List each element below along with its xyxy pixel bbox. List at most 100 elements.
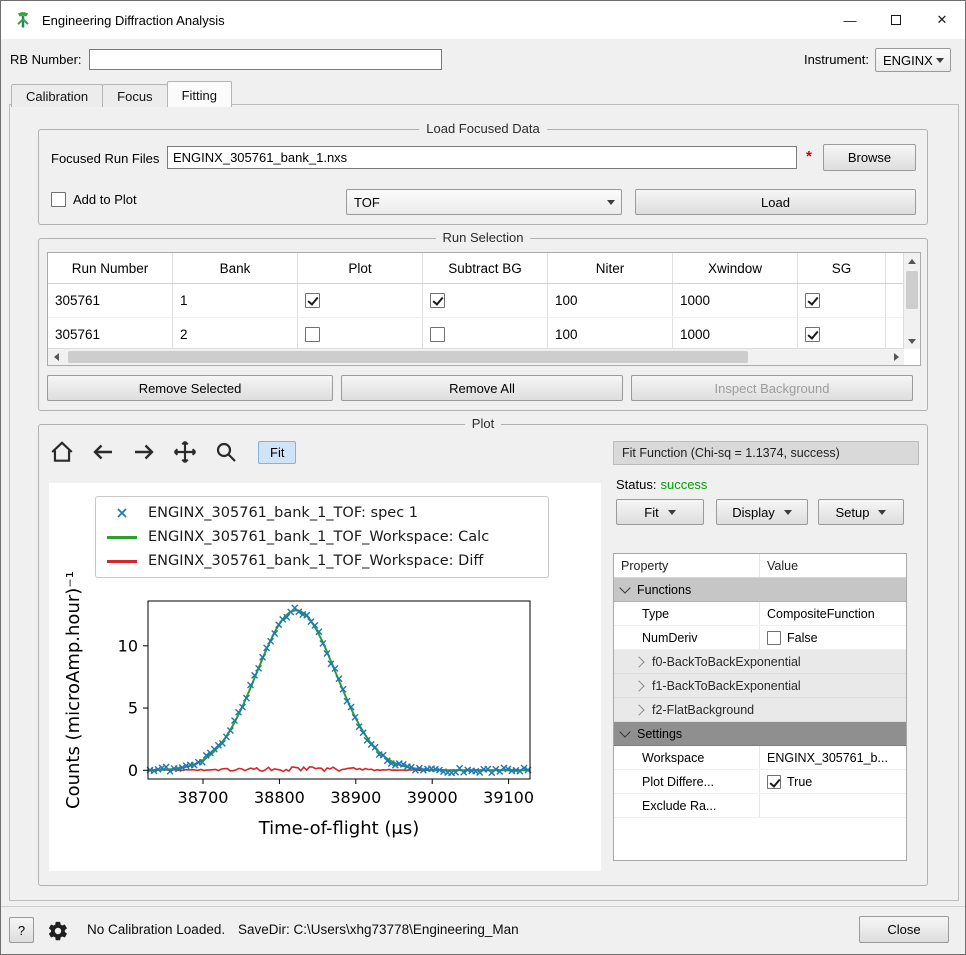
subtract-bg-checkbox[interactable]	[430, 293, 445, 308]
remove-all-button[interactable]: Remove All	[341, 375, 623, 401]
add-to-plot-control: Add to Plot	[51, 192, 137, 207]
vertical-scrollbar[interactable]	[903, 253, 920, 349]
workspace-row[interactable]: Workspace ENGINX_305761_b...	[614, 746, 906, 770]
instrument-label: Instrument:	[804, 52, 869, 67]
rb-number-input[interactable]	[89, 49, 442, 70]
exclude-range-label: Exclude Ra...	[614, 794, 760, 817]
property-grid-header: Property Value	[614, 554, 906, 578]
tab-calibration[interactable]: Calibration	[11, 84, 103, 107]
workspace-value: ENGINX_305761_b...	[760, 746, 906, 769]
focused-run-files-input[interactable]	[167, 146, 797, 169]
col-plot[interactable]: Plot	[298, 253, 423, 283]
remove-selected-button[interactable]: Remove Selected	[47, 375, 333, 401]
app-window: Engineering Diffraction Analysis — ✕ RB …	[0, 0, 966, 955]
table-row[interactable]: 305761 1 100 1000	[48, 284, 904, 318]
cell-bank: 2	[173, 318, 298, 349]
fit-property-browser: Property Value Functions Type CompositeF…	[613, 553, 907, 861]
maximize-button[interactable]	[873, 1, 919, 39]
chevron-down-icon	[668, 510, 676, 515]
cell-bank: 1	[173, 284, 298, 317]
plot-checkbox[interactable]	[305, 293, 320, 308]
scrollbar-thumb[interactable]	[906, 271, 918, 309]
tab-focus[interactable]: Focus	[102, 84, 167, 107]
plot-canvas[interactable]: 38700388003890039000391000510Time-of-fli…	[49, 483, 601, 871]
setup-menu-button[interactable]: Setup	[818, 499, 904, 525]
cell-xwindow: 1000	[673, 284, 798, 317]
display-menu-button[interactable]: Display	[716, 499, 808, 525]
col-sg[interactable]: SG	[798, 253, 886, 283]
cell-run: 305761	[48, 284, 173, 317]
line-sample-icon	[106, 536, 138, 539]
exclude-range-row[interactable]: Exclude Ra...	[614, 794, 906, 818]
svg-text:Time-of-flight (μs): Time-of-flight (μs)	[258, 818, 420, 839]
numderiv-row[interactable]: NumDeriv False	[614, 626, 906, 650]
exclude-range-value	[760, 794, 906, 817]
f2-function-row[interactable]: f2-FlatBackground	[614, 698, 906, 722]
scroll-down-icon[interactable]	[904, 333, 920, 349]
svg-text:38900: 38900	[330, 788, 381, 807]
scroll-up-icon[interactable]	[904, 253, 920, 269]
cell-plot	[298, 318, 423, 349]
functions-group-row[interactable]: Functions	[614, 578, 906, 602]
plot-checkbox[interactable]	[305, 327, 320, 342]
numderiv-checkbox[interactable]	[767, 631, 781, 645]
instrument-value: ENGINX	[883, 53, 933, 68]
close-window-button[interactable]: ✕	[919, 1, 965, 39]
value-column-header: Value	[760, 554, 906, 577]
settings-group-row[interactable]: Settings	[614, 722, 906, 746]
workspace-label: Workspace	[614, 746, 760, 769]
cell-plot	[298, 284, 423, 317]
unit-select[interactable]: TOF	[346, 189, 622, 215]
col-run-number[interactable]: Run Number	[48, 253, 173, 283]
subtract-bg-checkbox[interactable]	[430, 327, 445, 342]
home-icon[interactable]	[49, 439, 75, 465]
forward-icon[interactable]	[131, 439, 157, 465]
window-title: Engineering Diffraction Analysis	[42, 13, 225, 28]
scrollbar-thumb[interactable]	[68, 351, 748, 363]
instrument-select[interactable]: ENGINX	[875, 48, 951, 72]
col-xwindow[interactable]: Xwindow	[673, 253, 798, 283]
horizontal-scrollbar[interactable]	[48, 348, 904, 365]
header-row: RB Number: Instrument: ENGINX	[1, 39, 965, 81]
plot-difference-checkbox[interactable]	[767, 775, 781, 789]
legend-label: ENGINX_305761_bank_1_TOF: spec 1	[148, 505, 418, 521]
cell-run: 305761	[48, 318, 173, 349]
back-icon[interactable]	[90, 439, 116, 465]
tab-fitting[interactable]: Fitting	[167, 81, 232, 107]
help-button[interactable]: ?	[9, 917, 34, 943]
fit-function-header: Fit Function (Chi-sq = 1.1374, success)	[613, 441, 919, 465]
cell-sg	[798, 284, 886, 317]
col-niter[interactable]: Niter	[548, 253, 673, 283]
zoom-icon[interactable]	[213, 439, 239, 465]
col-subtract-bg[interactable]: Subtract BG	[423, 253, 548, 283]
inspect-background-button[interactable]: Inspect Background	[631, 375, 913, 401]
table-row[interactable]: 305761 2 100 1000	[48, 318, 904, 349]
type-row[interactable]: Type CompositeFunction	[614, 602, 906, 626]
sg-checkbox[interactable]	[805, 293, 820, 308]
f1-function-row[interactable]: f1-BackToBackExponential	[614, 674, 906, 698]
sg-checkbox[interactable]	[805, 327, 820, 342]
scroll-right-icon[interactable]	[888, 349, 904, 365]
pan-icon[interactable]	[172, 439, 198, 465]
group-title: Plot	[39, 416, 927, 431]
fitting-tab-panel: Load Focused Data Focused Run Files * Br…	[9, 104, 959, 901]
plot-difference-row[interactable]: Plot Differe... True	[614, 770, 906, 794]
calibration-status-text: No Calibration Loaded.	[87, 922, 225, 937]
f0-function-row[interactable]: f0-BackToBackExponential	[614, 650, 906, 674]
add-to-plot-checkbox[interactable]	[51, 192, 66, 207]
maximize-icon	[891, 15, 901, 25]
close-button[interactable]: Close	[859, 916, 949, 943]
run-table: Run Number Bank Plot Subtract BG Niter X…	[47, 252, 921, 366]
col-bank[interactable]: Bank	[173, 253, 298, 283]
settings-button[interactable]	[43, 917, 73, 944]
browse-button[interactable]: Browse	[823, 144, 916, 171]
minimize-button[interactable]: —	[827, 1, 873, 39]
cell-niter: 100	[548, 284, 673, 317]
plot-legend: ENGINX_305761_bank_1_TOF: spec 1 ENGINX_…	[95, 496, 549, 578]
fit-toggle-button[interactable]: Fit	[258, 441, 296, 464]
fit-menu-button[interactable]: Fit	[616, 499, 704, 525]
load-button[interactable]: Load	[635, 189, 916, 215]
chevron-right-icon	[633, 680, 644, 691]
scroll-left-icon[interactable]	[48, 349, 64, 365]
plot-difference-label: Plot Differe...	[614, 770, 760, 793]
